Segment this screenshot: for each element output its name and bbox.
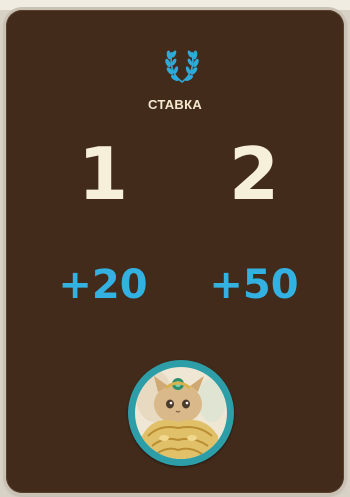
bet-card[interactable]: СТАВКА 1 2 +20 +50	[6, 10, 344, 493]
player-avatar[interactable]	[128, 360, 234, 466]
bet-option-2-value[interactable]: 2	[194, 134, 314, 214]
bet-option-1-value[interactable]: 1	[43, 134, 163, 214]
cat-avatar-icon	[135, 367, 227, 459]
laurel-icon	[165, 50, 199, 83]
bet-label: СТАВКА	[147, 97, 203, 112]
bet-option-1-bonus: +20	[58, 262, 148, 308]
bet-option-2-bonus: +50	[209, 262, 299, 308]
page-background	[0, 0, 350, 10]
